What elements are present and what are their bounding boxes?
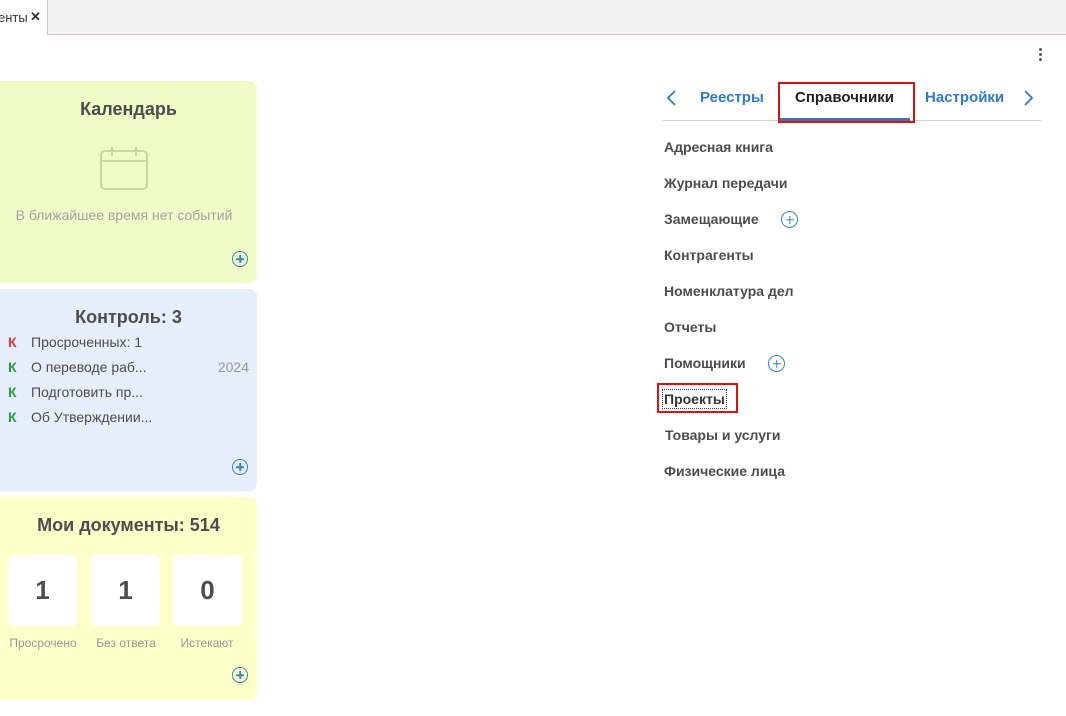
- my-documents-title: Мои документы: 514: [37, 515, 220, 535]
- highlight-box-tab: [778, 82, 915, 123]
- ref-deputies[interactable]: Замещающие: [664, 211, 759, 227]
- control-item-text[interactable]: Просроченных: 1: [31, 334, 142, 350]
- tab-registries[interactable]: Реестры: [700, 89, 764, 106]
- control-item[interactable]: К Об Утверждении...: [8, 408, 253, 428]
- control-item[interactable]: К Подготовить пр...: [8, 383, 253, 403]
- control-item-text[interactable]: Об Утверждении...: [31, 409, 152, 425]
- tab-settings[interactable]: Настройки: [925, 89, 1004, 106]
- control-add-button[interactable]: [232, 459, 248, 475]
- document-tab[interactable]: енты ✕: [0, 0, 48, 35]
- ref-assistants[interactable]: Помощники: [664, 355, 746, 371]
- calendar-add-button[interactable]: [232, 251, 248, 267]
- control-item-date: 2024: [217, 359, 249, 375]
- control-title: Контроль: 3: [75, 307, 182, 327]
- calendar-empty-text: В ближайшее время нет событий: [15, 207, 233, 223]
- ref-transfer-journal[interactable]: Журнал передачи: [664, 175, 787, 191]
- control-item[interactable]: К О переводе раб... 2024: [8, 358, 253, 378]
- ref-counterparties[interactable]: Контрагенты: [664, 247, 754, 263]
- overdue-counter[interactable]: 1: [8, 555, 77, 626]
- highlight-box-projects: [657, 383, 738, 413]
- control-item-text[interactable]: О переводе раб...: [31, 359, 147, 375]
- close-icon[interactable]: ✕: [30, 9, 41, 25]
- control-marker: К: [8, 409, 17, 425]
- ref-address-book[interactable]: Адресная книга: [664, 139, 773, 155]
- overdue-label: Просрочено: [9, 636, 77, 650]
- control-marker: К: [8, 384, 17, 400]
- expiring-label: Истекают: [180, 636, 234, 650]
- ref-individuals[interactable]: Физические лица: [664, 463, 785, 479]
- kebab-menu-icon[interactable]: [1036, 47, 1044, 63]
- add-assistant-button[interactable]: [768, 355, 785, 372]
- no-answer-label: Без ответа: [96, 636, 156, 650]
- control-marker: К: [8, 359, 17, 375]
- tab-strip: енты ✕: [0, 0, 1066, 35]
- ref-goods-services[interactable]: Товары и услуги: [665, 427, 780, 443]
- ref-reports[interactable]: Отчеты: [664, 319, 716, 335]
- add-deputy-button[interactable]: [781, 211, 798, 228]
- document-tab-label: енты: [0, 10, 28, 25]
- chevron-right-icon[interactable]: [1021, 89, 1035, 107]
- calendar-icon: [100, 147, 148, 190]
- control-marker: К: [8, 334, 17, 350]
- chevron-left-icon[interactable]: [665, 89, 679, 107]
- calendar-title: Календарь: [80, 99, 177, 119]
- ref-case-nomenclature[interactable]: Номенклатура дел: [664, 283, 794, 299]
- control-item-text[interactable]: Подготовить пр...: [31, 384, 143, 400]
- no-answer-counter[interactable]: 1: [91, 555, 160, 626]
- control-item[interactable]: К Просроченных: 1: [8, 333, 253, 353]
- my-documents-add-button[interactable]: [232, 667, 248, 683]
- expiring-counter[interactable]: 0: [173, 555, 242, 626]
